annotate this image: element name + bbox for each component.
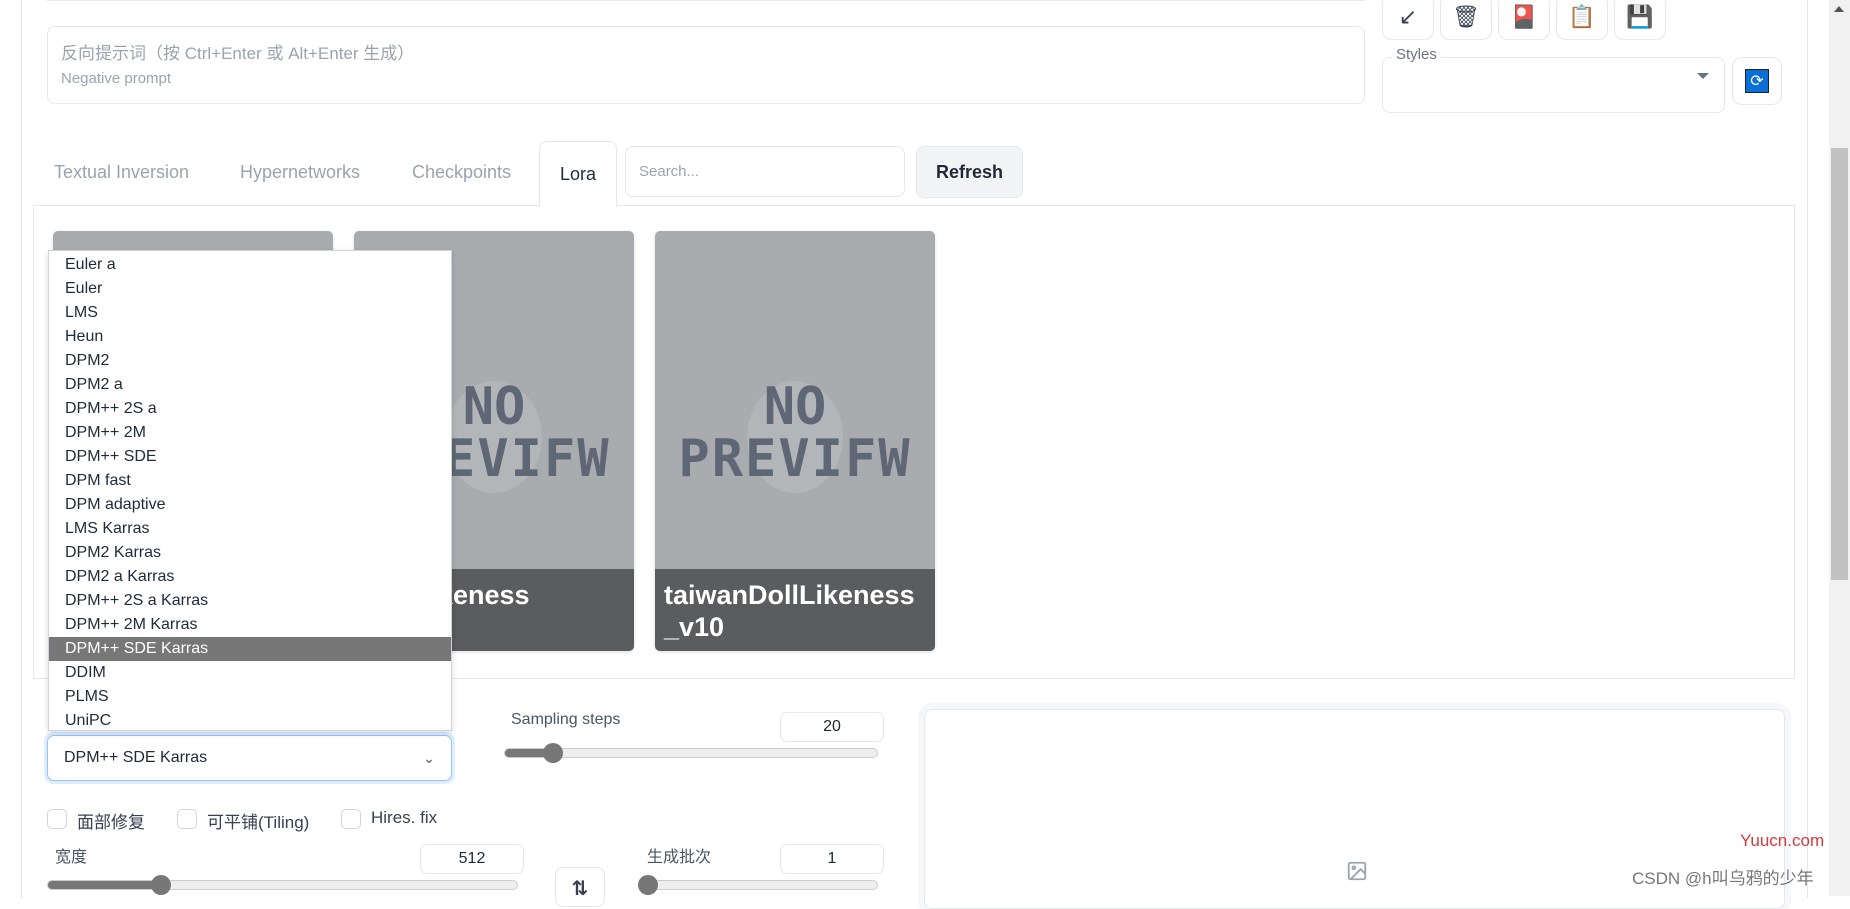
clipboard-icon: 📋 <box>1568 4 1596 29</box>
sampler-option[interactable]: LMS <box>49 301 451 325</box>
sampler-option[interactable]: DPM2 Karras <box>49 541 451 565</box>
tab-lora[interactable]: Lora <box>539 141 617 207</box>
sampler-option[interactable]: DPM++ 2S a <box>49 397 451 421</box>
styles-dropdown[interactable] <box>1382 57 1725 113</box>
arrow-down-left-button[interactable]: ↙ <box>1382 0 1434 40</box>
slider-fill <box>48 881 161 889</box>
negative-prompt-placeholder-en: Negative prompt <box>61 70 172 87</box>
tab-textual-inversion[interactable]: Textual Inversion <box>54 162 189 183</box>
scrollbar-thumb[interactable] <box>1831 148 1848 580</box>
sampler-option[interactable]: DDIM <box>49 661 451 685</box>
hires-fix-label: Hires. fix <box>371 808 438 827</box>
no-preview-line2: PREVIFW <box>678 429 912 489</box>
slider-handle[interactable] <box>150 875 171 895</box>
trash-button[interactable]: 🗑 <box>1440 0 1492 40</box>
refresh-styles-button[interactable]: ⟳ <box>1732 57 1782 105</box>
refresh-button[interactable]: Refresh <box>916 146 1023 198</box>
negative-prompt-placeholder-cn: 反向提示词（按 Ctrl+Enter 或 Alt+Enter 生成） <box>61 44 415 63</box>
card-button[interactable]: 🎴 <box>1498 0 1550 40</box>
width-slider[interactable] <box>47 875 518 895</box>
prompt-box-edge <box>47 0 1365 1</box>
refresh-icon: ⟳ <box>1745 69 1769 93</box>
watermark-site: Yuucn.com <box>1740 831 1825 850</box>
sampler-option[interactable]: DPM2 a <box>49 373 451 397</box>
sampler-option[interactable]: DPM fast <box>49 469 451 493</box>
sampler-option[interactable]: DPM++ 2M <box>49 421 451 445</box>
save-icon: 💾 <box>1626 4 1654 29</box>
save-button[interactable]: 💾 <box>1614 0 1666 40</box>
width-label: 宽度 <box>55 849 88 866</box>
batch-count-input[interactable]: 1 <box>780 844 884 874</box>
sampler-option[interactable]: Heun <box>49 325 451 349</box>
face-restore-label: 面部修复 <box>77 813 145 832</box>
sampler-option[interactable]: DPM++ SDE <box>49 445 451 469</box>
no-preview-line1: NO <box>763 377 827 437</box>
batch-count-slider[interactable] <box>638 875 878 895</box>
sampling-steps-slider[interactable] <box>504 743 878 763</box>
negative-prompt-input[interactable]: 反向提示词（按 Ctrl+Enter 或 Alt+Enter 生成） Negat… <box>47 26 1365 104</box>
sampler-option[interactable]: PLMS <box>49 685 451 709</box>
search-input[interactable] <box>625 146 905 197</box>
tiling-checkbox[interactable] <box>177 809 197 829</box>
sampler-option[interactable]: DPM++ 2M Karras <box>49 613 451 637</box>
trash-icon: 🗑 <box>1452 4 1480 29</box>
lora-card-label: taiwanDollLikeness_v10 <box>655 569 935 651</box>
sampler-option[interactable]: UniPC <box>49 709 451 733</box>
hires-fix-checkbox[interactable] <box>341 809 361 829</box>
sampling-steps-label: Sampling steps <box>511 711 621 728</box>
tab-checkpoints[interactable]: Checkpoints <box>412 162 511 183</box>
sampler-option[interactable]: DPM++ SDE Karras <box>49 637 451 661</box>
scroll-up-arrow-icon[interactable] <box>1834 6 1844 12</box>
sampler-selected-value: DPM++ SDE Karras <box>64 749 208 766</box>
styles-label: Styles <box>1392 46 1441 63</box>
batch-count-label: 生成批次 <box>647 849 712 866</box>
watermark-author: CSDN @h叫乌鸦的少年 <box>1632 869 1814 888</box>
card-icon: 🎴 <box>1510 4 1538 29</box>
caret-down-icon <box>1697 73 1709 79</box>
sampler-select[interactable]: DPM++ SDE Karras ⌄ <box>47 735 452 781</box>
clipboard-button[interactable]: 📋 <box>1556 0 1608 40</box>
width-input[interactable]: 512 <box>420 844 524 874</box>
slider-handle[interactable] <box>638 875 659 895</box>
chevron-down-icon: ⌄ <box>423 749 435 766</box>
no-preview-image: NOPREVIFW <box>655 381 935 485</box>
sampler-option[interactable]: DPM2 a Karras <box>49 565 451 589</box>
tiling-label: 可平铺(Tiling) <box>207 813 310 832</box>
image-icon <box>1347 861 1367 881</box>
face-restore-checkbox[interactable] <box>47 809 67 829</box>
sampler-option[interactable]: Euler a <box>49 253 451 277</box>
sampler-dropdown-list: Euler a Euler LMS Heun DPM2 DPM2 a DPM++ 2S aD… <box>48 250 452 731</box>
sampler-option[interactable]: Euler <box>49 277 451 301</box>
sampler-option[interactable]: DPM++ 2S a Karras <box>49 589 451 613</box>
swap-dimensions-button[interactable]: ⇅ <box>555 867 605 907</box>
sampler-option[interactable]: DPM adaptive <box>49 493 451 517</box>
sampler-option[interactable]: DPM2 <box>49 349 451 373</box>
tab-hypernetworks[interactable]: Hypernetworks <box>240 162 360 183</box>
lora-card[interactable]: NO PREVIFW taiwanDollLikeness_v10 <box>655 231 935 651</box>
arrow-down-left-icon: ↙ <box>1398 4 1418 29</box>
sampling-steps-input[interactable]: 20 <box>780 712 884 742</box>
sampler-option[interactable]: LMS Karras <box>49 517 451 541</box>
